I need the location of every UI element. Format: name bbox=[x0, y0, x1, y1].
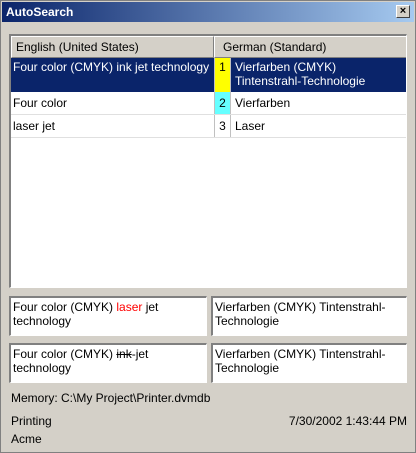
changed-word: laser bbox=[116, 300, 143, 314]
list-header: English (United States) German (Standard… bbox=[11, 36, 406, 58]
target-text: Laser bbox=[235, 119, 266, 133]
source-compare-box-1: Four color (CMYK) laser jet technology bbox=[9, 296, 207, 336]
memory-path: Memory: C:\My Project\Printer.dvmdb bbox=[11, 391, 211, 405]
title-bar[interactable]: AutoSearch × bbox=[2, 2, 414, 22]
match-list[interactable]: English (United States) German (Standard… bbox=[9, 34, 407, 288]
source-text: laser jet bbox=[13, 119, 56, 133]
removed-word: ink bbox=[116, 347, 132, 361]
window-title: AutoSearch bbox=[6, 5, 74, 19]
column-header-source[interactable]: English (United States) bbox=[11, 36, 214, 58]
source-text: Four color bbox=[13, 96, 68, 110]
target-text: Vierfarben (CMYK) Tintenstrahl-Technolog… bbox=[235, 60, 366, 88]
target-compare-box-1: Vierfarben (CMYK) Tintenstrahl-Technolog… bbox=[211, 296, 407, 336]
subject-field: Printing bbox=[11, 414, 52, 428]
target-compare-text: Vierfarben (CMYK) Tintenstrahl-Technolog… bbox=[215, 300, 386, 328]
close-button[interactable]: × bbox=[396, 5, 410, 18]
target-compare-text: Vierfarben (CMYK) Tintenstrahl-Technolog… bbox=[215, 347, 386, 375]
source-compare-box-2: Four color (CMYK) ink-jet technology bbox=[9, 343, 207, 383]
source-compare-text: Four color (CMYK) bbox=[13, 300, 117, 314]
column-header-target[interactable]: German (Standard) bbox=[214, 36, 406, 58]
autosearch-window: AutoSearch × English (United States) Ger… bbox=[0, 0, 416, 453]
target-text: Vierfarben bbox=[235, 96, 291, 110]
target-compare-box-2: Vierfarben (CMYK) Tintenstrahl-Technolog… bbox=[211, 343, 407, 383]
client-field: Acme bbox=[11, 432, 42, 446]
close-icon: × bbox=[399, 5, 407, 17]
source-compare-text: Four color (CMYK) bbox=[13, 347, 117, 361]
list-item[interactable]: laser jet 3 Laser bbox=[11, 115, 406, 138]
source-text: Four color (CMYK) ink jet technology bbox=[13, 60, 210, 74]
match-number: 3 bbox=[214, 115, 231, 137]
match-number: 1 bbox=[214, 58, 231, 92]
list-item[interactable]: Four color (CMYK) ink jet technology 1 V… bbox=[11, 58, 406, 92]
timestamp: 7/30/2002 1:43:44 PM bbox=[288, 414, 407, 428]
match-number: 2 bbox=[214, 92, 231, 114]
list-item[interactable]: Four color 2 Vierfarben bbox=[11, 92, 406, 115]
